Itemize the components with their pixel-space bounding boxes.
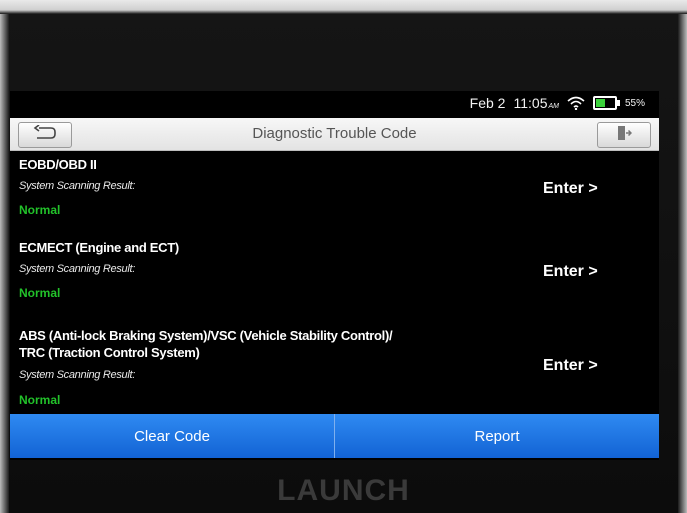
system-name-line-1: ABS (Anti-lock Braking System)/VSC (Vehi… <box>19 328 393 343</box>
bezel-right-edge <box>678 14 687 513</box>
scan-result-label: System Scanning Result: <box>19 180 135 192</box>
status-badge: Normal <box>19 286 61 300</box>
status-ampm: AM <box>548 103 559 110</box>
status-date: Feb 2 <box>469 95 506 111</box>
system-name-line-2: TRC (Traction Control System) <box>19 345 200 360</box>
report-button[interactable]: Report <box>334 414 659 458</box>
system-list: EOBD/OBD II System Scanning Result: Norm… <box>10 151 659 413</box>
status-bar: Feb 2 11:05AM 55% <box>10 91 659 117</box>
system-name: EOBD/OBD II <box>19 157 97 172</box>
enter-button[interactable]: Enter > <box>543 180 598 198</box>
battery-icon <box>592 96 620 110</box>
title-bar: Diagnostic Trouble Code <box>10 118 659 151</box>
list-item: ABS (Anti-lock Braking System)/VSC (Vehi… <box>10 328 659 413</box>
status-badge: Normal <box>19 203 61 217</box>
wifi-icon <box>567 96 585 111</box>
status-indicators: Feb 2 11:05AM 55% <box>470 95 645 111</box>
enter-button[interactable]: Enter > <box>543 263 598 281</box>
status-badge: Normal <box>19 393 61 407</box>
battery-percent: 55% <box>624 97 645 109</box>
battery-fill <box>595 99 605 107</box>
action-bar: Clear Code Report <box>10 414 659 460</box>
scan-result-label: System Scanning Result: <box>19 369 135 381</box>
exit-door-icon <box>616 125 633 146</box>
exit-button[interactable] <box>597 122 651 148</box>
system-name: ECMECT (Engine and ECT) <box>19 240 179 255</box>
enter-button[interactable]: Enter > <box>543 357 598 375</box>
page-title: Diagnostic Trouble Code <box>252 125 417 142</box>
battery-nub <box>616 100 620 106</box>
bezel-left-edge <box>0 14 9 513</box>
brand-logo: LAUNCH <box>277 474 410 507</box>
status-time-value: 11:05 <box>513 95 548 111</box>
scan-result-label: System Scanning Result: <box>19 263 135 275</box>
list-item: EOBD/OBD II System Scanning Result: Norm… <box>10 157 659 231</box>
status-time: 11:05AM <box>513 95 559 111</box>
list-item: ECMECT (Engine and ECT) System Scanning … <box>10 240 659 314</box>
device-screen: Feb 2 11:05AM 55% Diagnostic Trouble Cod… <box>10 91 659 460</box>
clear-code-button[interactable]: Clear Code <box>10 414 334 458</box>
